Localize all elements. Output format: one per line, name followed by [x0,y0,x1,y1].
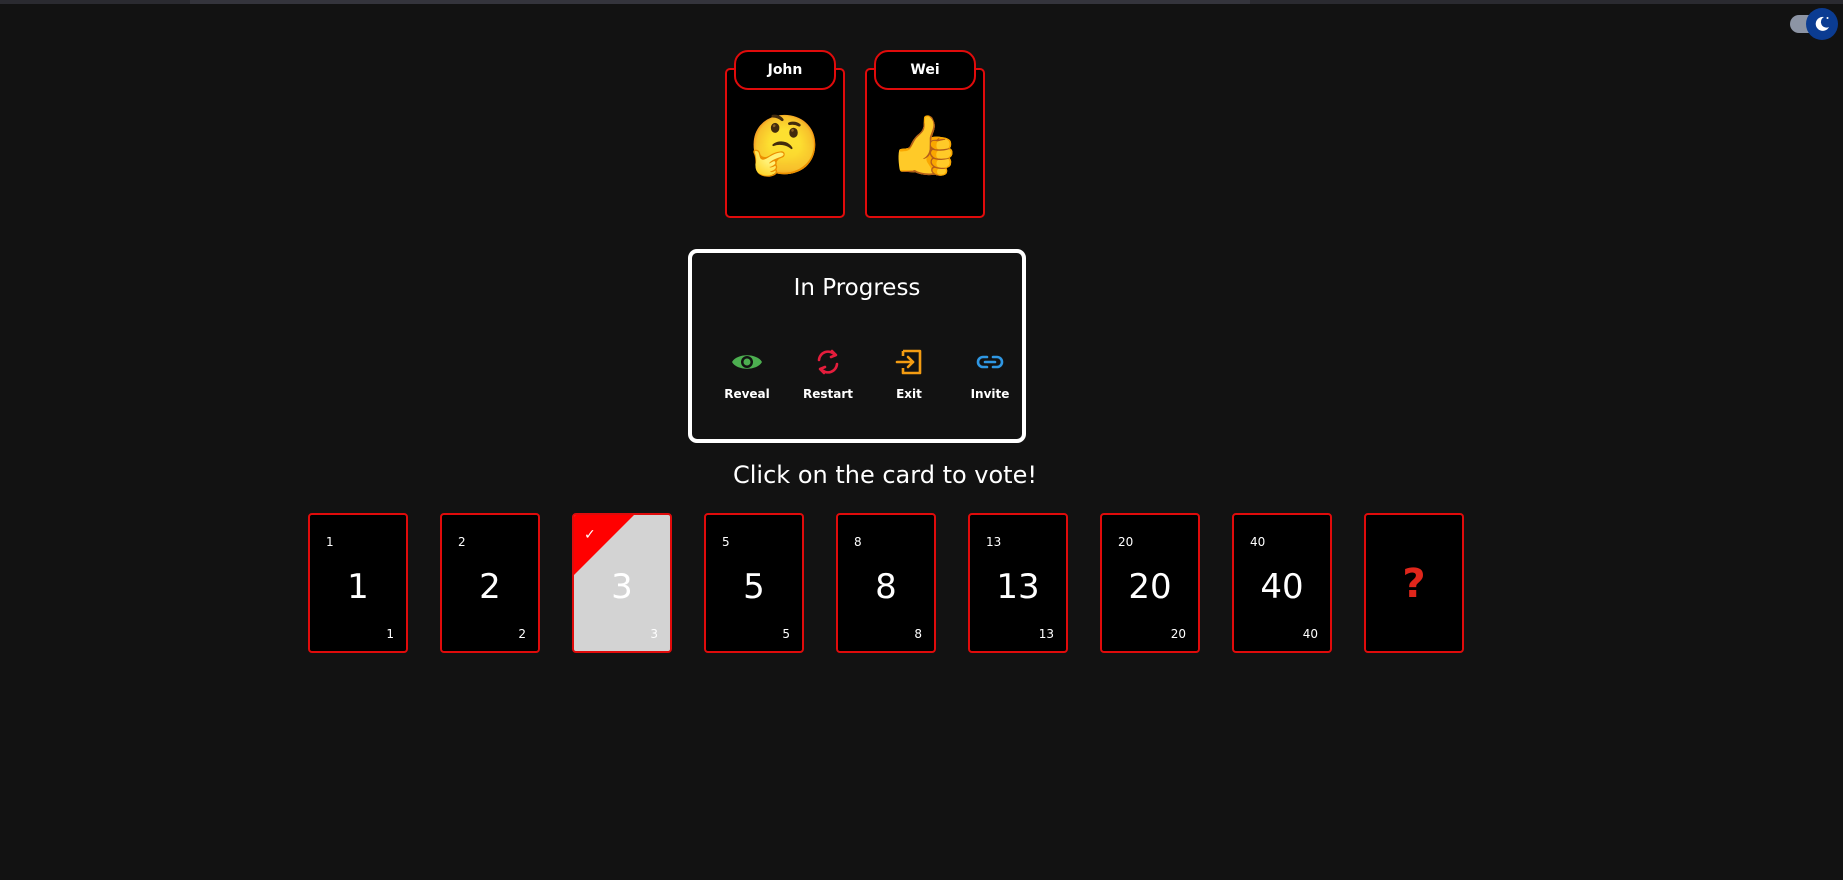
status-panel: In Progress Reveal Restart Exit Invite [688,249,1026,443]
invite-label: Invite [970,387,1010,401]
top-border-highlight [190,0,1250,4]
player-name: Wei [874,50,976,90]
vote-card-40[interactable]: 40 40 40 [1232,513,1332,653]
thumbs-up-icon: 👍 [888,111,962,179]
question-mark-icon: ? [1402,561,1426,607]
card-value: 40 [1260,567,1304,607]
card-value: 13 [996,567,1040,607]
card-corner-value: 40 [1302,627,1318,641]
thinking-face-icon: 🤔 [748,111,822,179]
vote-card-20[interactable]: 20 20 20 [1100,513,1200,653]
reveal-label: Reveal [724,387,770,401]
moon-icon [1815,16,1829,31]
refresh-icon [817,349,839,375]
vote-card-3[interactable]: ✓ 3 3 [572,513,672,653]
vote-card-1[interactable]: 1 1 1 [308,513,408,653]
check-icon: ✓ [584,527,596,543]
card-corner-value: 5 [782,627,790,641]
card-corner-value: 40 [1250,535,1266,549]
player-card-wei: Wei 👍 [865,50,985,218]
card-corner-value: 5 [722,535,730,549]
restart-label: Restart [802,387,853,401]
card-corner-value: 3 [650,627,658,641]
card-value: 20 [1128,567,1172,607]
vote-prompt: Click on the card to vote! [733,461,1037,489]
selected-marker [574,515,634,575]
card-value: 1 [347,567,369,607]
invite-button[interactable]: Invite [955,345,1025,405]
card-corner-value: 2 [458,535,466,549]
vote-card-2[interactable]: 2 2 2 [440,513,540,653]
eye-icon [732,355,762,369]
exit-icon [895,349,922,375]
player-name: John [734,50,836,90]
vote-card-13[interactable]: 13 13 13 [968,513,1068,653]
player-card-john: John 🤔 [725,50,845,218]
reveal-button[interactable]: Reveal [712,345,782,405]
vote-card-8[interactable]: 8 8 8 [836,513,936,653]
card-value: 2 [479,567,501,607]
card-corner-value: 1 [386,627,394,641]
card-value: 3 [611,567,633,607]
link-icon [976,355,1004,369]
card-corner-value: 1 [326,535,334,549]
card-corner-value: 8 [914,627,922,641]
card-value: 5 [743,567,765,607]
card-corner-value: 8 [854,535,862,549]
status-title: In Progress [793,275,921,301]
vote-card-unknown[interactable]: ? [1364,513,1464,653]
theme-toggle-knob[interactable] [1806,8,1838,40]
restart-button[interactable]: Restart [793,345,863,405]
card-corner-value: 20 [1170,627,1186,641]
top-border [0,0,1843,4]
vote-card-5[interactable]: 5 5 5 [704,513,804,653]
exit-button[interactable]: Exit [874,345,944,405]
card-corner-value: 13 [986,535,1002,549]
card-corner-value: 13 [1038,627,1054,641]
card-corner-value: 2 [518,627,526,641]
theme-toggle[interactable] [1790,8,1838,40]
card-corner-value: 20 [1118,535,1134,549]
card-value: 8 [875,567,897,607]
exit-label: Exit [896,387,922,401]
